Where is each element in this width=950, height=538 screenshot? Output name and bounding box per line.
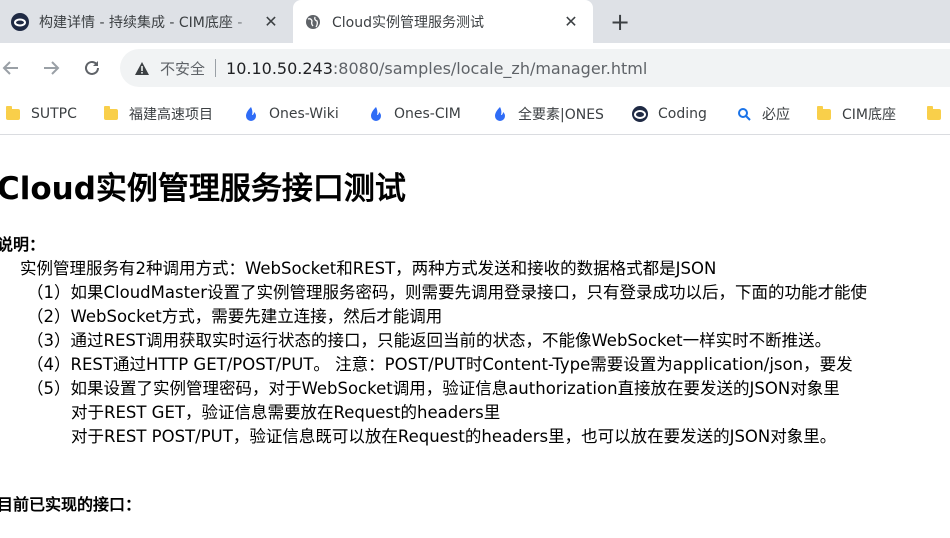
bookmark-label: 福建高速项目 xyxy=(129,107,213,123)
divider xyxy=(215,59,217,77)
bookmark-overflow-folder[interactable] xyxy=(926,103,950,125)
description-label: 说明： xyxy=(0,235,46,254)
close-icon[interactable]: ✕ xyxy=(261,12,281,32)
browser-toolbar: 不安全 10.10.50.243:8080/samples/locale_zh/… xyxy=(0,43,950,93)
tab-build-details[interactable]: 构建详情 - 持续集成 - CIM底座 - ✕ xyxy=(0,0,293,43)
warning-triangle-icon[interactable] xyxy=(134,60,150,76)
description-line: 实例管理服务有2种调用方式：WebSocket和REST，两种方式发送和接收的数… xyxy=(20,259,717,278)
description-line: 对于REST POST/PUT，验证信息既可以放在Request的headers… xyxy=(71,427,837,446)
folder-icon xyxy=(5,105,21,122)
url-path: :8080/samples/locale_zh/manager.html xyxy=(332,58,648,78)
page-content: Cloud实例管理服务接口测试 说明： 实例管理服务有2种调用方式：WebSoc… xyxy=(0,135,950,538)
ones-icon xyxy=(492,106,508,122)
insecure-label[interactable]: 不安全 xyxy=(160,58,205,79)
bookmark-label: Ones-CIM xyxy=(394,106,461,122)
tab-cloud-manager-test[interactable]: Cloud实例管理服务测试 ✕ xyxy=(293,0,593,43)
tab-strip: 构建详情 - 持续集成 - CIM底座 - ✕ Cloud实例管理服务测试 ✕ … xyxy=(0,0,950,43)
bookmark-label: SUTPC xyxy=(31,106,77,122)
description-line: （2）WebSocket方式，需要先建立连接，然后才能调用 xyxy=(27,307,443,326)
bookmark-quanyaosu[interactable]: 全要素|ONES xyxy=(492,103,604,125)
url-host: 10.10.50.243 xyxy=(226,58,333,78)
tab-title: Cloud实例管理服务测试 xyxy=(332,14,484,31)
implemented-apis-label: 目前已实现的接口： xyxy=(0,495,142,514)
description-line: （1）如果CloudMaster设置了实例管理服务密码，则需要先调用登录接口，只… xyxy=(27,283,867,302)
bookmark-cim-base[interactable]: CIM底座 xyxy=(816,103,896,125)
bookmark-sutpc[interactable]: SUTPC xyxy=(5,103,77,125)
description-line: （5）如果设置了实例管理密码，对于WebSocket调用，验证信息authori… xyxy=(27,379,840,398)
forward-arrow-icon[interactable] xyxy=(38,55,64,81)
back-arrow-icon[interactable] xyxy=(0,55,24,81)
description-line: 对于REST GET，验证信息需要放在Request的headers里 xyxy=(71,403,501,422)
tab-title: 构建详情 - 持续集成 - CIM底座 - xyxy=(39,14,243,31)
bookmark-ones-cim[interactable]: Ones-CIM xyxy=(368,103,461,125)
coding-logo-icon xyxy=(11,12,29,31)
ones-icon xyxy=(368,106,384,122)
bookmark-coding[interactable]: Coding xyxy=(632,103,707,125)
new-tab-button[interactable]: + xyxy=(606,8,634,36)
search-icon xyxy=(736,106,752,122)
globe-icon xyxy=(304,13,322,31)
coding-logo-icon xyxy=(632,106,648,122)
bookmark-ones-wiki[interactable]: Ones-Wiki xyxy=(243,103,339,125)
bookmark-label: CIM底座 xyxy=(842,107,896,123)
bookmark-label: 全要素|ONES xyxy=(518,107,604,123)
ones-icon xyxy=(243,106,259,122)
reload-icon[interactable] xyxy=(79,55,105,81)
folder-icon xyxy=(926,105,942,122)
bookmark-label: Coding xyxy=(658,106,707,122)
bookmark-label: Ones-Wiki xyxy=(269,106,339,122)
bookmark-label: 必应 xyxy=(762,107,790,123)
description-line: （3）通过REST调用获取实时运行状态的接口，只能返回当前的状态，不能像WebS… xyxy=(27,331,832,350)
description-line: （4）REST通过HTTP GET/POST/PUT。 注意：POST/PUT时… xyxy=(27,355,853,374)
close-icon[interactable]: ✕ xyxy=(561,12,581,32)
bookmark-fujian[interactable]: 福建高速项目 xyxy=(103,103,213,125)
folder-icon xyxy=(103,105,119,122)
page-title: Cloud实例管理服务接口测试 xyxy=(0,171,406,207)
bookmarks-bar: SUTPC 福建高速项目 Ones-Wiki Ones-CIM 全要素|ONES… xyxy=(0,93,950,135)
address-bar[interactable]: 不安全 10.10.50.243:8080/samples/locale_zh/… xyxy=(120,49,950,87)
folder-icon xyxy=(816,105,832,122)
bookmark-bing[interactable]: 必应 xyxy=(736,103,790,125)
